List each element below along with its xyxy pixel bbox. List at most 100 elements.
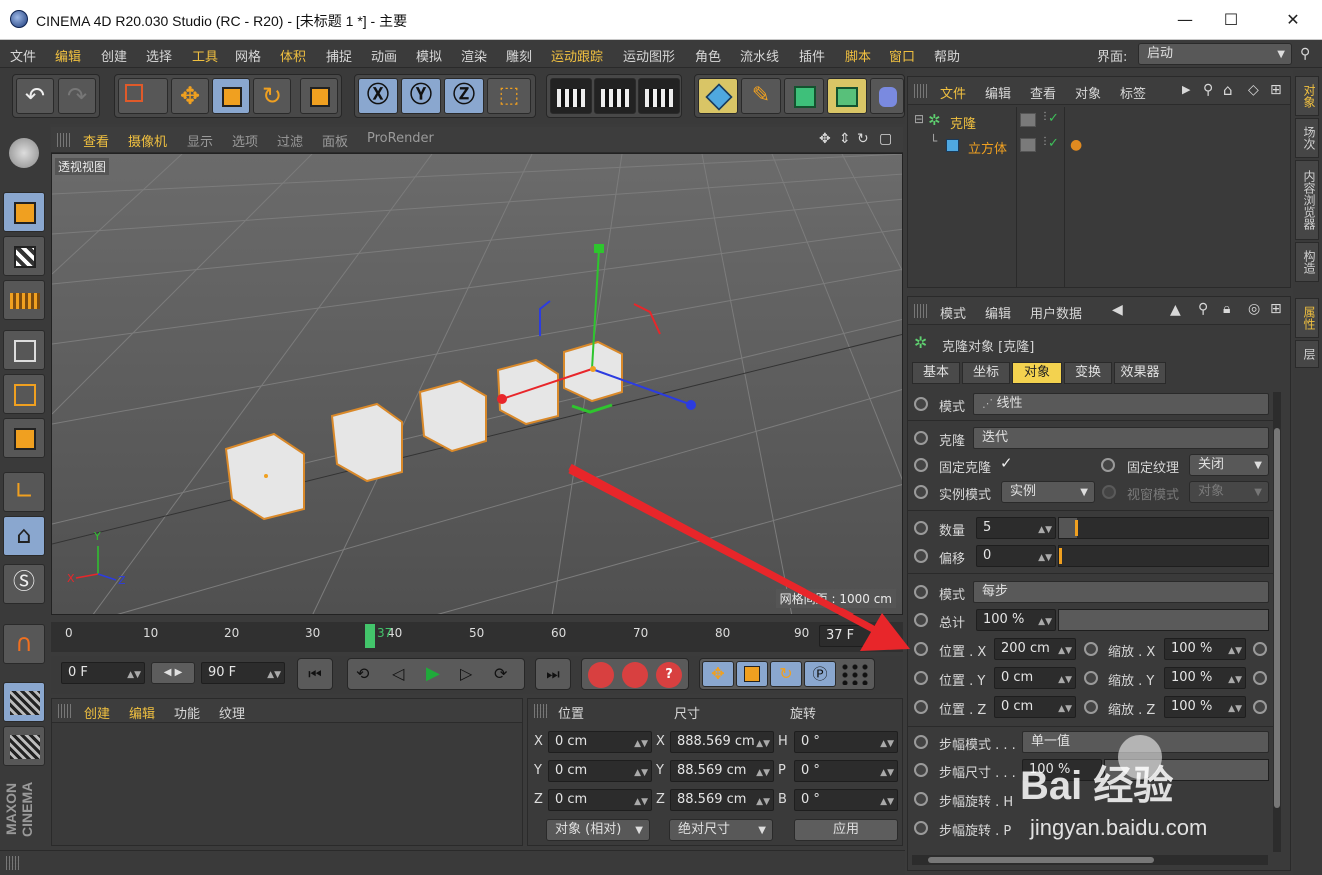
up-arrow-icon[interactable]: ▲ (1170, 302, 1181, 318)
menu-render[interactable]: 渲染 (461, 46, 487, 65)
mode2-dropdown[interactable]: 每步 (973, 581, 1269, 603)
back-arrow-icon[interactable]: ◀ (1112, 302, 1123, 318)
render-view-icon[interactable] (550, 78, 592, 114)
pos-z-field[interactable]: 0 cm ▲▼ (548, 789, 652, 811)
object-row-cube[interactable]: └ 立方体 (912, 134, 1016, 158)
axis-mode-icon[interactable]: ∟ (3, 472, 45, 512)
animate-step-mode-radio[interactable] (914, 735, 928, 749)
om-menu-tags[interactable]: 标签 (1120, 83, 1146, 102)
apply-button[interactable]: 应用 (794, 819, 898, 841)
side-tab-takes[interactable]: 场次 (1295, 118, 1319, 158)
z-axis-lock-icon[interactable]: Ⓩ (444, 78, 484, 114)
tab-effectors[interactable]: 效果器 (1114, 362, 1166, 384)
points-mode-icon[interactable] (3, 330, 45, 370)
animate-rot-p-radio[interactable] (1253, 671, 1267, 685)
animate-fix-texture-radio[interactable] (1101, 458, 1115, 472)
search-icon[interactable]: ⚲ (1198, 301, 1208, 317)
menu-snap[interactable]: 捕捉 (326, 46, 352, 65)
maximize-button[interactable]: ☐ (1208, 6, 1254, 34)
scale-x-field[interactable]: 100 % ▲▼ (1164, 638, 1246, 660)
scale-y-field[interactable]: 100 % ▲▼ (1164, 667, 1246, 689)
lock-icon[interactable]: 🔒︎ (1223, 301, 1230, 317)
play-icon[interactable]: ▶ (426, 663, 440, 684)
size-mode-dropdown[interactable]: 绝对尺寸 ▼ (669, 819, 773, 841)
animate-mode-radio[interactable] (914, 397, 928, 411)
panel-grip-icon[interactable] (58, 704, 72, 718)
panel-grip-icon[interactable] (534, 704, 548, 718)
enabled-check-icon[interactable]: ✓ (1048, 136, 1059, 151)
material-menu-create[interactable]: 创建 (84, 703, 110, 722)
fix-clone-checkbox[interactable]: ✓ (1000, 454, 1013, 472)
size-x-field[interactable]: 888.569 cm ▲▼ (670, 731, 774, 753)
menu-mograph[interactable]: 运动图形 (623, 46, 675, 65)
tab-basic[interactable]: 基本 (912, 362, 960, 384)
fix-texture-dropdown[interactable]: 关闭 ▼ (1189, 454, 1269, 476)
menu-motion-tracking[interactable]: 运动跟踪 (551, 46, 603, 65)
next-frame-icon[interactable]: ▷ (460, 664, 472, 683)
count-field[interactable]: 5 ▲▼ (976, 517, 1056, 539)
instance-mode-dropdown[interactable]: 实例 ▼ (1001, 481, 1095, 503)
z-axis-knob[interactable] (686, 400, 696, 410)
edges-mode-icon[interactable] (3, 374, 45, 414)
viewport-menu-filter[interactable]: 过滤 (277, 131, 303, 150)
om-menu-edit[interactable]: 编辑 (985, 83, 1011, 102)
step-mode-dropdown[interactable]: 单一值 (1022, 731, 1269, 753)
pos-x-field[interactable]: 0 cm ▲▼ (548, 731, 652, 753)
clone-dropdown[interactable]: 迭代 (973, 427, 1269, 449)
animate-scale-x-radio[interactable] (1084, 642, 1098, 656)
render-settings-icon[interactable] (638, 78, 680, 114)
panel-grip-icon[interactable] (914, 304, 928, 318)
am-menu-edit[interactable]: 编辑 (985, 303, 1011, 322)
mode-dropdown[interactable]: ⋰ 线性 (973, 393, 1269, 415)
new-panel-icon[interactable]: ⊞ (1270, 301, 1282, 317)
viewport-menu-panel[interactable]: 面板 (322, 131, 348, 150)
panel-grip-icon[interactable] (6, 856, 20, 870)
side-tab-objects[interactable]: 对象 (1295, 76, 1319, 116)
attribute-vertical-scrollbar[interactable] (1273, 392, 1281, 852)
material-menu-function[interactable]: 功能 (174, 703, 200, 722)
menu-create[interactable]: 创建 (101, 46, 127, 65)
pos-y-attr-field[interactable]: 0 cm ▲▼ (994, 667, 1076, 689)
animate-step-rot-h-radio[interactable] (914, 792, 928, 806)
search-icon[interactable]: ⚲ (1300, 46, 1310, 62)
menu-mesh[interactable]: 网格 (235, 46, 261, 65)
rotation-band-red[interactable] (633, 303, 661, 335)
offset-field[interactable]: 0 ▲▼ (976, 545, 1056, 567)
vertical-scroll-thumb[interactable] (1274, 428, 1280, 808)
lock-workplane-icon[interactable] (3, 682, 45, 722)
animate-rot-b-radio[interactable] (1253, 700, 1267, 714)
minimize-button[interactable]: — (1162, 6, 1208, 34)
coord-mode-dropdown[interactable]: 对象 (相对) ▼ (546, 819, 650, 841)
object-row-cloner[interactable]: ⊟ ✲ 克隆 (912, 111, 1016, 133)
menu-help[interactable]: 帮助 (934, 46, 960, 65)
prev-frame-icon[interactable]: ◁ (392, 664, 404, 683)
orbit-view-icon[interactable]: ↻ (857, 131, 869, 147)
model-mode-icon[interactable] (3, 192, 45, 232)
menu-select[interactable]: 选择 (146, 46, 172, 65)
material-menu-texture[interactable]: 纹理 (219, 703, 245, 722)
panel-grip-icon[interactable] (57, 133, 71, 147)
tab-coordinates[interactable]: 坐标 (962, 362, 1010, 384)
zoom-view-icon[interactable]: ⇕ (839, 131, 851, 147)
rot-p-field[interactable]: 0 ° ▲▼ (794, 760, 898, 782)
scale-tool-icon[interactable] (212, 78, 250, 114)
x-axis-knob[interactable] (497, 394, 507, 404)
prev-key-icon[interactable]: ⟲ (356, 664, 369, 683)
interface-dropdown[interactable]: 启动 ▼ (1138, 43, 1292, 65)
texture-mode-icon[interactable] (3, 236, 45, 276)
menu-sculpt[interactable]: 雕刻 (506, 46, 532, 65)
make-editable-icon[interactable] (3, 134, 45, 174)
expand-arrow-icon[interactable]: ▶ (1182, 83, 1190, 96)
live-selection-icon[interactable] (118, 78, 168, 114)
pos-y-field[interactable]: 0 cm ▲▼ (548, 760, 652, 782)
count-slider[interactable] (1058, 517, 1269, 539)
close-button[interactable]: ✕ (1270, 6, 1316, 34)
recent-tool-icon[interactable] (300, 78, 338, 114)
size-z-field[interactable]: 88.569 cm ▲▼ (670, 789, 774, 811)
pos-z-attr-field[interactable]: 0 cm ▲▼ (994, 696, 1076, 718)
offset-slider-handle[interactable] (1059, 548, 1062, 564)
am-menu-user-data[interactable]: 用户数据 (1030, 303, 1082, 322)
go-to-start-icon[interactable]: ⏮ (297, 658, 333, 690)
enabled-check-icon[interactable]: ✓ (1048, 111, 1059, 126)
next-key-icon[interactable]: ⟳ (494, 664, 507, 683)
